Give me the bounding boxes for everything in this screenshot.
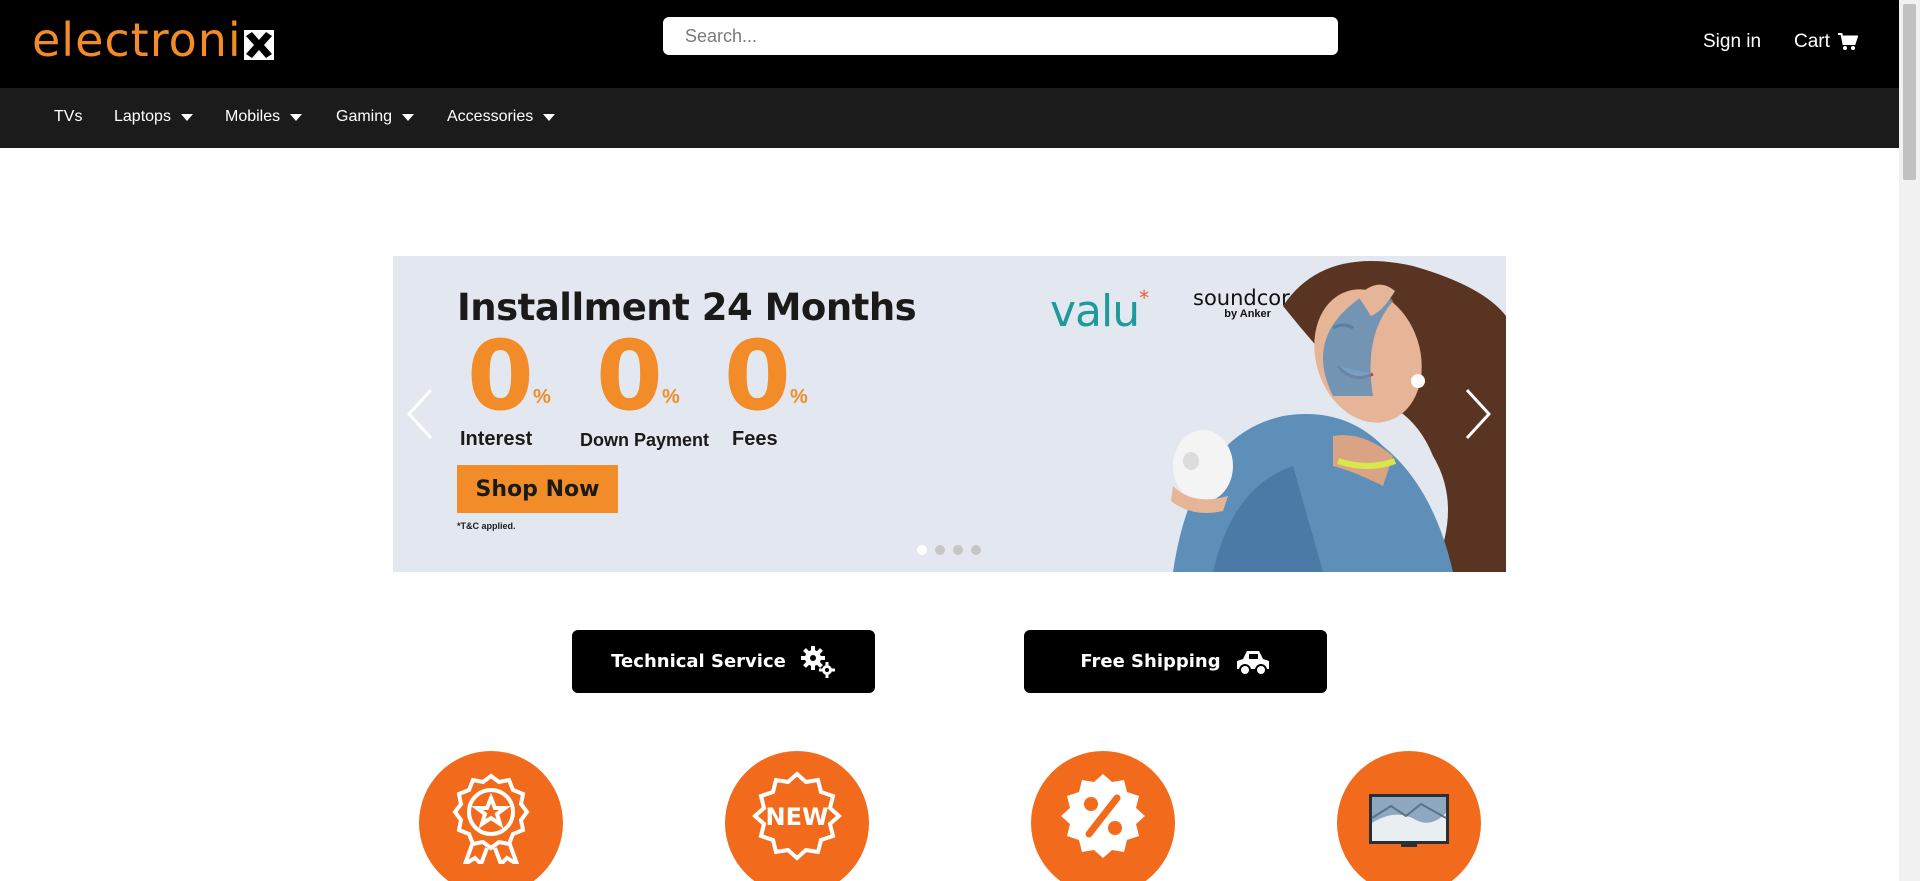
sign-in-link[interactable]: Sign in <box>1703 31 1761 53</box>
category-nav: TVs Laptops Mobiles Gaming Accessories <box>0 88 1899 148</box>
carousel-dot-3[interactable] <box>953 545 963 555</box>
category-circle-discount[interactable] <box>1031 751 1175 881</box>
free-shipping-label: Free Shipping <box>1080 651 1221 672</box>
offer-label: Fees <box>732 428 778 450</box>
nav-item-label: Gaming <box>336 108 393 125</box>
gears-icon <box>800 645 835 678</box>
offer-interest: 0 % Interest <box>457 328 587 454</box>
cart-label: Cart <box>1794 31 1830 52</box>
scrollbar-thumb[interactable] <box>1903 4 1916 180</box>
offer-value: 0 <box>596 320 663 432</box>
valu-logo-text: valu <box>1050 286 1140 337</box>
nav-item-tvs[interactable]: TVs <box>54 108 82 126</box>
caret-down-icon <box>543 113 556 121</box>
cart-link[interactable]: Cart <box>1794 31 1858 53</box>
logo-x-icon <box>243 30 274 60</box>
nav-item-label: Accessories <box>447 108 534 125</box>
caret-down-icon <box>290 113 303 121</box>
nav-item-mobiles[interactable]: Mobiles <box>225 108 303 126</box>
offer-value: 0 <box>724 320 791 432</box>
shop-now-button[interactable]: Shop Now <box>457 465 618 513</box>
carousel-dot-2[interactable] <box>935 545 945 555</box>
nav-item-label: Mobiles <box>225 108 281 125</box>
offer-label: Interest <box>460 428 533 450</box>
carousel-prev-arrow-icon[interactable] <box>403 384 437 444</box>
caret-down-icon <box>180 113 193 121</box>
terms-note: *T&C applied. <box>457 521 516 531</box>
truck-icon <box>1236 650 1269 676</box>
brand-logo[interactable]: electroni <box>32 14 274 66</box>
nav-item-accessories[interactable]: Accessories <box>447 108 556 126</box>
offer-unit: % <box>533 386 551 408</box>
technical-service-label: Technical Service <box>611 651 786 672</box>
offer-fees: 0 % Fees <box>714 328 844 454</box>
brand-logo-text: electroni <box>32 13 242 67</box>
discount-badge-icon <box>1061 774 1145 858</box>
carousel-dot-1[interactable] <box>917 545 927 555</box>
offer-unit: % <box>662 386 680 408</box>
category-circle-new[interactable]: NEW <box>725 751 869 881</box>
category-circle-award[interactable] <box>419 751 563 881</box>
category-circle-tv[interactable] <box>1337 751 1481 881</box>
caret-down-icon <box>402 113 415 121</box>
search-input[interactable] <box>663 17 1338 55</box>
nav-item-laptops[interactable]: Laptops <box>114 108 193 126</box>
award-badge-icon <box>452 773 530 864</box>
page: electroni Sign in Cart TVs Laptops <box>0 0 1920 881</box>
offer-down-payment: 0 % Down Payment <box>580 328 716 454</box>
tv-icon <box>1369 794 1449 847</box>
top-header: electroni Sign in Cart <box>0 0 1899 88</box>
promo-carousel: Installment 24 Months 0 % Interest 0 % D… <box>393 256 1506 572</box>
offer-unit: % <box>790 386 808 408</box>
model-photo <box>1171 261 1506 572</box>
offer-value: 0 <box>467 320 534 432</box>
free-shipping-button[interactable]: Free Shipping <box>1024 630 1327 693</box>
nav-item-label: TVs <box>54 108 83 125</box>
carousel-dot-4[interactable] <box>971 545 981 555</box>
new-badge-icon: NEW <box>751 771 843 861</box>
cart-icon <box>1837 33 1858 50</box>
offer-label: Down Payment <box>580 430 710 450</box>
technical-service-button[interactable]: Technical Service <box>572 630 875 693</box>
nav-item-label: Laptops <box>114 108 171 125</box>
carousel-next-arrow-icon[interactable] <box>1461 384 1495 444</box>
new-badge-text: NEW <box>766 803 829 831</box>
carousel-indicators <box>917 545 981 555</box>
nav-item-gaming[interactable]: Gaming <box>336 108 415 126</box>
